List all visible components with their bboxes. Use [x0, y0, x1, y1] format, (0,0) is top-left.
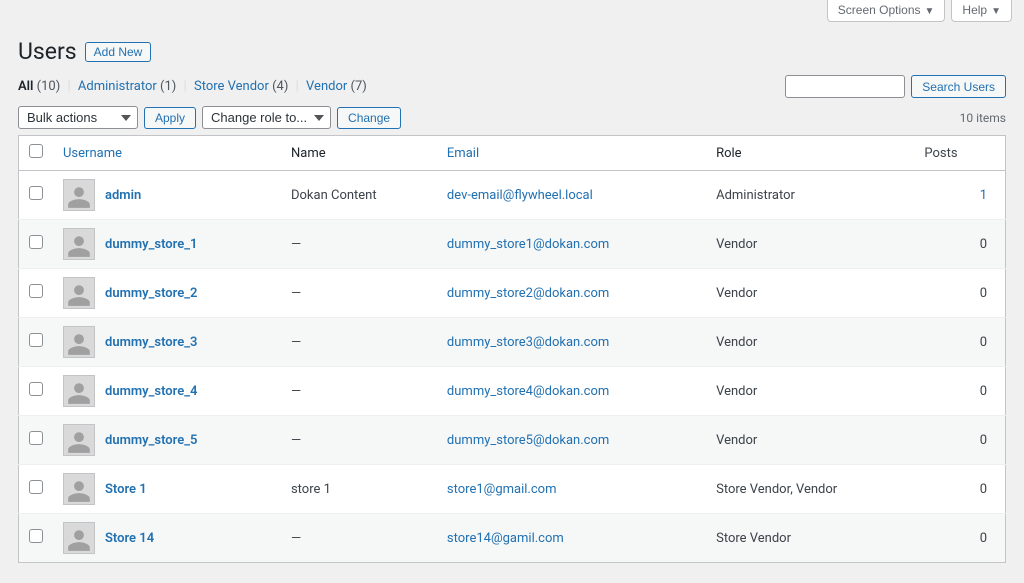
name-cell: —	[281, 269, 437, 318]
row-checkbox[interactable]	[29, 333, 43, 347]
filter-store-vendor-count: (4)	[272, 79, 288, 94]
username-link[interactable]: dummy_store_4	[105, 384, 197, 399]
bulk-actions-select[interactable]: Bulk actions	[18, 106, 138, 129]
username-link[interactable]: dummy_store_2	[105, 286, 197, 301]
email-link[interactable]: store14@gamil.com	[447, 531, 564, 546]
table-row: Store 1 store 1 store1@gmail.com Store Vend…	[19, 465, 1006, 514]
change-role-select[interactable]: Change role to...	[202, 106, 331, 129]
username-link[interactable]: dummy_store_5	[105, 433, 197, 448]
username-link[interactable]: dummy_store_3	[105, 335, 197, 350]
avatar	[63, 473, 95, 505]
name-cell: —	[281, 318, 437, 367]
username-link[interactable]: Store 1	[105, 482, 147, 497]
role-cell: Vendor	[706, 318, 914, 367]
role-cell: Vendor	[706, 416, 914, 465]
row-checkbox[interactable]	[29, 382, 43, 396]
role-cell: Administrator	[706, 171, 914, 220]
posts-value: 0	[980, 237, 987, 252]
row-checkbox[interactable]	[29, 480, 43, 494]
posts-value: 0	[980, 433, 987, 448]
posts-link[interactable]: 1	[980, 188, 987, 203]
filter-links: All (10) | Administrator (1) | Store Ven…	[18, 79, 367, 94]
row-checkbox[interactable]	[29, 529, 43, 543]
name-cell: —	[281, 220, 437, 269]
posts-value: 0	[980, 335, 987, 350]
filter-vendor[interactable]: Vendor	[306, 79, 347, 94]
username-link[interactable]: dummy_store_1	[105, 237, 197, 252]
row-checkbox[interactable]	[29, 284, 43, 298]
row-checkbox[interactable]	[29, 186, 43, 200]
email-link[interactable]: dummy_store4@dokan.com	[447, 384, 609, 399]
col-name: Name	[281, 136, 437, 171]
avatar	[63, 375, 95, 407]
avatar	[63, 228, 95, 260]
filter-administrator-count: (1)	[160, 79, 176, 94]
table-row: dummy_store_3 — dummy_store3@dokan.com Vend…	[19, 318, 1006, 367]
username-link[interactable]: admin	[105, 188, 141, 203]
table-row: dummy_store_5 — dummy_store5@dokan.com Vend…	[19, 416, 1006, 465]
page-title: Users	[18, 38, 77, 65]
name-cell: —	[281, 514, 437, 563]
items-count: 10 items	[960, 111, 1006, 125]
table-row: dummy_store_1 — dummy_store1@dokan.com Vend…	[19, 220, 1006, 269]
col-email[interactable]: Email	[447, 146, 479, 161]
caret-down-icon: ▼	[925, 6, 935, 17]
add-new-button[interactable]: Add New	[85, 42, 152, 62]
email-link[interactable]: store1@gmail.com	[447, 482, 557, 497]
filter-all-count: (10)	[37, 79, 61, 94]
posts-value: 0	[980, 482, 987, 497]
caret-down-icon: ▼	[991, 6, 1001, 17]
email-link[interactable]: dummy_store5@dokan.com	[447, 433, 609, 448]
avatar	[63, 522, 95, 554]
col-username[interactable]: Username	[63, 146, 122, 161]
table-row: dummy_store_4 — dummy_store4@dokan.com Vend…	[19, 367, 1006, 416]
help-label: Help	[962, 3, 987, 17]
name-cell: store 1	[281, 465, 437, 514]
col-posts: Posts	[914, 136, 1005, 171]
name-cell: —	[281, 367, 437, 416]
name-cell: Dokan Content	[281, 171, 437, 220]
posts-value: 0	[980, 531, 987, 546]
table-row: dummy_store_2 — dummy_store2@dokan.com Vend…	[19, 269, 1006, 318]
screen-options-button[interactable]: Screen Options ▼	[827, 0, 946, 22]
username-link[interactable]: Store 14	[105, 531, 154, 546]
row-checkbox[interactable]	[29, 235, 43, 249]
avatar	[63, 326, 95, 358]
email-link[interactable]: dummy_store2@dokan.com	[447, 286, 609, 301]
role-cell: Store Vendor	[706, 514, 914, 563]
email-link[interactable]: dummy_store3@dokan.com	[447, 335, 609, 350]
search-input[interactable]	[785, 75, 905, 98]
avatar	[63, 424, 95, 456]
filter-store-vendor[interactable]: Store Vendor	[194, 79, 269, 94]
table-row: admin Dokan Content dev-email@flywheel.loc…	[19, 171, 1006, 220]
row-checkbox[interactable]	[29, 431, 43, 445]
col-role: Role	[706, 136, 914, 171]
change-button[interactable]: Change	[337, 107, 401, 129]
table-row: Store 14 — store14@gamil.com Store Vendor 0	[19, 514, 1006, 563]
users-table: Username Name Email Role Posts admin Doka…	[18, 135, 1006, 563]
select-all-checkbox[interactable]	[29, 144, 43, 158]
filter-all-label[interactable]: All	[18, 79, 33, 94]
role-cell: Store Vendor, Vendor	[706, 465, 914, 514]
role-cell: Vendor	[706, 220, 914, 269]
name-cell: —	[281, 416, 437, 465]
role-cell: Vendor	[706, 367, 914, 416]
avatar	[63, 277, 95, 309]
posts-value: 0	[980, 286, 987, 301]
help-button[interactable]: Help ▼	[951, 0, 1012, 22]
screen-options-label: Screen Options	[838, 3, 921, 17]
search-users-button[interactable]: Search Users	[911, 75, 1006, 98]
posts-value: 0	[980, 384, 987, 399]
role-cell: Vendor	[706, 269, 914, 318]
avatar	[63, 179, 95, 211]
email-link[interactable]: dev-email@flywheel.local	[447, 188, 593, 203]
filter-vendor-count: (7)	[351, 79, 367, 94]
apply-button[interactable]: Apply	[144, 107, 196, 129]
filter-administrator[interactable]: Administrator	[78, 79, 157, 94]
email-link[interactable]: dummy_store1@dokan.com	[447, 237, 609, 252]
